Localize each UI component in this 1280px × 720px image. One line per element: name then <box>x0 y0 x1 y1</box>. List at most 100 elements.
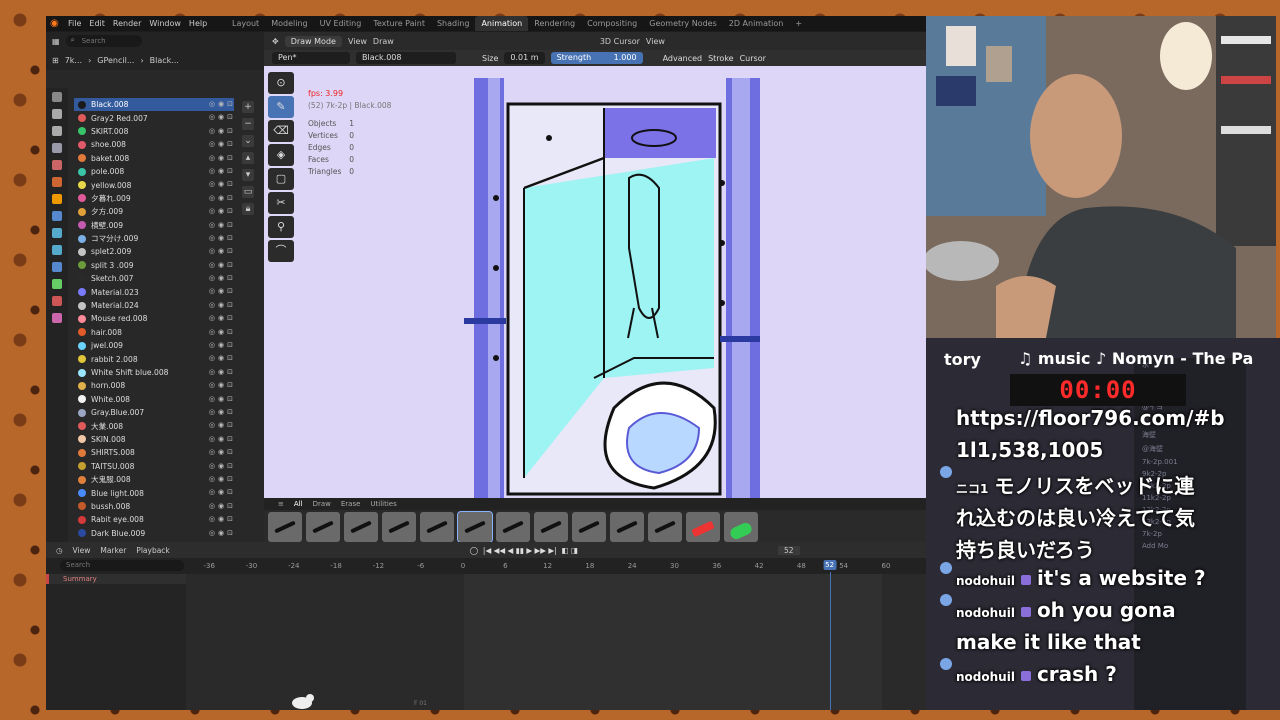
erase-tool-icon[interactable]: ⌫ <box>268 120 294 142</box>
visibility-toggle-icon[interactable]: ◎◉⊡ <box>209 247 236 255</box>
visibility-toggle-icon[interactable]: ◎◉⊡ <box>209 435 236 443</box>
visibility-toggle-icon[interactable]: ◎◉⊡ <box>209 515 236 523</box>
brush-blend-icon[interactable] <box>572 512 606 542</box>
visibility-toggle-icon[interactable]: ◎◉⊡ <box>209 194 236 202</box>
render-tab-icon[interactable] <box>52 109 62 119</box>
visibility-toggle-icon[interactable]: ◎◉⊡ <box>209 314 236 322</box>
material-slot[interactable]: SKIN.008 ◎◉⊡ <box>74 433 234 446</box>
visibility-toggle-icon[interactable]: ◎◉⊡ <box>209 421 236 429</box>
brush-airbrush-icon[interactable] <box>268 512 302 542</box>
material-slot[interactable]: Material.023 ◎◉⊡ <box>74 285 234 298</box>
data-tab-icon[interactable] <box>52 279 62 289</box>
material-slot[interactable]: TAITSU.008 ◎◉⊡ <box>74 460 234 473</box>
visibility-toggle-icon[interactable]: ◎◉⊡ <box>209 167 236 175</box>
material-slot[interactable]: shoe.008 ◎◉⊡ <box>74 138 234 151</box>
view-menu[interactable]: View <box>348 37 367 46</box>
editor-type-icon[interactable]: ✥ <box>272 37 279 46</box>
3d-viewport[interactable]: ✥ Draw Mode View Draw 3D Cursor View Pen… <box>264 32 926 542</box>
material-slot[interactable]: 横壁.009 ◎◉⊡ <box>74 219 234 232</box>
visibility-toggle-icon[interactable]: ◎◉⊡ <box>209 154 236 162</box>
visibility-toggle-icon[interactable]: ◎◉⊡ <box>209 328 236 336</box>
add-slot-button[interactable]: + <box>242 101 254 113</box>
visibility-toggle-icon[interactable]: ◎◉⊡ <box>209 261 236 269</box>
channel-search[interactable]: Search <box>60 560 184 571</box>
material-slot[interactable]: horn.008 ◎◉⊡ <box>74 379 234 392</box>
material-slot[interactable]: White Shift blue.008 ◎◉⊡ <box>74 366 234 379</box>
filter-button[interactable]: ▭ <box>242 186 254 198</box>
curve-tool-icon[interactable]: ⌒ <box>268 240 294 262</box>
visibility-toggle-icon[interactable]: ◎◉⊡ <box>209 140 236 148</box>
material-slot[interactable]: Gray.Blue.007 ◎◉⊡ <box>74 406 234 419</box>
visibility-toggle-icon[interactable]: ◎◉⊡ <box>209 529 236 537</box>
playhead[interactable] <box>829 572 831 710</box>
tab-modeling[interactable]: Modeling <box>265 16 313 31</box>
visibility-toggle-icon[interactable]: ◎◉⊡ <box>209 488 236 496</box>
material-slot[interactable]: jwel.009 ◎◉⊡ <box>74 339 234 352</box>
material-slot[interactable]: 夕暮れ.009 ◎◉⊡ <box>74 192 234 205</box>
brush-erase-soft-icon[interactable] <box>648 512 682 542</box>
cursor-dropdown[interactable]: Cursor <box>740 54 766 63</box>
material-slot[interactable]: Mouse red.008 ◎◉⊡ <box>74 312 234 325</box>
brush-ink-icon[interactable] <box>306 512 340 542</box>
material-slot[interactable]: White.008 ◎◉⊡ <box>74 393 234 406</box>
draw-menu[interactable]: Draw <box>373 37 394 46</box>
chevron-down-icon[interactable]: ⌄ <box>242 135 254 147</box>
stroke-dropdown[interactable]: Stroke <box>708 54 734 63</box>
advanced-dropdown[interactable]: Advanced <box>663 54 703 63</box>
material-slot[interactable]: Sketch.007 ◎◉⊡ <box>74 272 234 285</box>
visibility-toggle-icon[interactable]: ◎◉⊡ <box>209 221 236 229</box>
move-down-button[interactable]: ▾ <box>242 169 254 181</box>
add-workspace-button[interactable]: + <box>789 16 808 31</box>
tab-texture-paint[interactable]: Texture Paint <box>367 16 431 31</box>
visibility-toggle-icon[interactable]: ◎◉⊡ <box>209 462 236 470</box>
visibility-toggle-icon[interactable]: ◎◉⊡ <box>209 395 236 403</box>
fill-tool-icon[interactable]: ◈ <box>268 144 294 166</box>
tool-tab-icon[interactable] <box>52 92 62 102</box>
visibility-toggle-icon[interactable]: ◎◉⊡ <box>209 408 236 416</box>
move-up-button[interactable]: ▴ <box>242 152 254 164</box>
material-slot[interactable]: pole.008 ◎◉⊡ <box>74 165 234 178</box>
size-field[interactable]: 0.01 m <box>504 52 545 64</box>
object-tab-icon[interactable] <box>52 194 62 204</box>
material-slot[interactable]: yellow.008 ◎◉⊡ <box>74 178 234 191</box>
tab-all[interactable]: All <box>294 500 303 508</box>
lock-icon[interactable]: 🔒︎ <box>242 203 254 215</box>
visibility-toggle-icon[interactable]: ◎◉⊡ <box>209 287 236 295</box>
visibility-toggle-icon[interactable]: ◎◉⊡ <box>209 381 236 389</box>
remove-slot-button[interactable]: − <box>242 118 254 130</box>
menu-file[interactable]: File <box>68 19 81 28</box>
playback-menu[interactable]: Playback <box>136 546 169 555</box>
visibility-toggle-icon[interactable]: ◎◉⊡ <box>209 502 236 510</box>
brush-marker-icon[interactable] <box>382 512 416 542</box>
material-slot[interactable]: 大業.008 ◎◉⊡ <box>74 419 234 432</box>
tab-layout[interactable]: Layout <box>226 16 265 31</box>
brush-marker-chisel-icon[interactable] <box>534 512 568 542</box>
material-tab-icon[interactable] <box>52 296 62 306</box>
tint-tool-icon[interactable]: ▢ <box>268 168 294 190</box>
tab-utilities[interactable]: Utilities <box>370 500 396 508</box>
brush-pencil-soft-icon[interactable] <box>496 512 530 542</box>
visibility-toggle-icon[interactable]: ◎◉⊡ <box>209 448 236 456</box>
material-dropdown[interactable]: Black.008 <box>356 52 456 64</box>
material-slot[interactable]: Blue light.008 ◎◉⊡ <box>74 486 234 499</box>
menu-help[interactable]: Help <box>189 19 207 28</box>
visibility-toggle-icon[interactable]: ◎◉⊡ <box>209 180 236 188</box>
menu-window[interactable]: Window <box>149 19 181 28</box>
tab-draw[interactable]: Draw <box>313 500 331 508</box>
modifier-tab-icon[interactable] <box>52 211 62 221</box>
visibility-toggle-icon[interactable]: ◎◉⊡ <box>209 341 236 349</box>
marker-menu[interactable]: Marker <box>100 546 126 555</box>
visibility-toggle-icon[interactable]: ◎◉⊡ <box>209 301 236 309</box>
view-layer-tab-icon[interactable] <box>52 143 62 153</box>
brush-dropdown[interactable]: Pen* <box>272 52 350 64</box>
material-slot[interactable]: 大鬼服.008 ◎◉⊡ <box>74 473 234 486</box>
scene-tab-icon[interactable] <box>52 160 62 170</box>
material-slot[interactable]: splet2.009 ◎◉⊡ <box>74 245 234 258</box>
visibility-toggle-icon[interactable]: ◎◉⊡ <box>209 100 236 108</box>
pivot-dropdown[interactable]: 3D Cursor <box>600 37 640 46</box>
brush-erase-hard-icon[interactable] <box>610 512 644 542</box>
cutter-tool-icon[interactable]: ✂ <box>268 192 294 214</box>
brush-fill-icon[interactable] <box>724 512 758 542</box>
tab-animation[interactable]: Animation <box>475 16 529 31</box>
shelf-menu-icon[interactable]: ≡ <box>278 500 284 508</box>
